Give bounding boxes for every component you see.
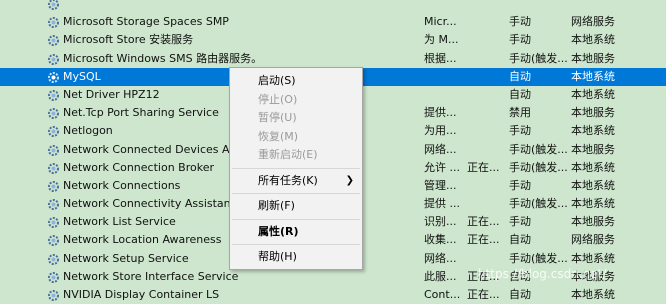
service-logon-as: 网络服务 <box>571 15 615 29</box>
service-description: 提供... <box>424 106 457 120</box>
service-logon-as: 本地系统 <box>571 251 615 265</box>
service-row[interactable] <box>0 0 666 13</box>
gear-icon <box>48 271 59 283</box>
service-startup-type: 手动(触发... <box>509 51 568 65</box>
service-logon-as: 本地系统 <box>571 33 615 47</box>
gear-icon <box>48 35 59 47</box>
service-status: 正在... <box>467 288 500 301</box>
service-startup-type: 自动 <box>509 69 531 83</box>
service-description: Cont... <box>424 288 461 301</box>
gear-icon <box>48 17 59 29</box>
service-logon-as: 本地服务 <box>571 142 615 156</box>
service-startup-type: 手动 <box>509 33 531 47</box>
service-description: 收集... <box>424 233 457 247</box>
menu-item-resume: 恢复(M) <box>258 129 299 143</box>
gear-icon <box>48 199 59 211</box>
service-description: 管理... <box>424 178 457 192</box>
service-startup-type: 自动 <box>509 233 531 247</box>
watermark: https://blog.csdn.net/ <box>478 267 607 281</box>
service-description: 识别... <box>424 215 457 229</box>
service-startup-type: 手动 <box>509 15 531 29</box>
service-startup-type: 手动 <box>509 178 531 192</box>
service-logon-as: 本地系统 <box>571 288 615 301</box>
menu-item-help[interactable]: 帮助(H) <box>230 248 362 267</box>
menu-item-start[interactable]: 启动(S) <box>230 72 362 91</box>
menu-separator <box>232 167 360 169</box>
service-startup-type: 手动 <box>509 124 531 138</box>
service-logon-as: 本地系统 <box>571 197 615 211</box>
service-description: 此服... <box>424 269 457 283</box>
gear-icon <box>48 217 59 229</box>
service-status: 正在... <box>467 160 500 174</box>
menu-item-properties[interactable]: 属性(R) <box>230 223 362 242</box>
menu-item-all-tasks-label: 所有任务(K) <box>258 173 318 187</box>
menu-item-stop: 停止(O) <box>258 92 298 106</box>
gear-icon <box>48 162 59 174</box>
service-description: 提供 ... <box>424 197 460 211</box>
service-logon-as: 本地系统 <box>571 178 615 192</box>
menu-item-all-tasks[interactable]: 所有任务(K) ❯ <box>230 172 362 191</box>
service-row[interactable]: Microsoft Storage Spaces SMP Micr... 手动 … <box>0 13 666 31</box>
chevron-right-icon: ❯ <box>345 174 354 186</box>
service-logon-as: 本地服务 <box>571 215 615 229</box>
service-logon-as: 网络服务 <box>571 233 615 247</box>
menu-item-restart: 重新启动(E) <box>258 148 318 161</box>
service-row[interactable]: Microsoft Windows SMS 路由器服务。 根据... 手动(触发… <box>0 50 666 68</box>
menu-separator <box>232 193 360 194</box>
service-startup-type: 手动(触发... <box>509 251 568 265</box>
service-logon-as: 本地系统 <box>571 87 615 101</box>
service-logon-as: 本地系统 <box>571 160 615 174</box>
menu-item-refresh[interactable]: 刷新(F) <box>230 197 362 216</box>
service-startup-type: 自动 <box>509 87 531 101</box>
context-menu: 启动(S) 停止(O) 暂停(U) 恢复(M) 重新启动(E) 所有任务(K) … <box>229 67 363 270</box>
service-description: 网络... <box>424 251 457 265</box>
service-logon-as: 本地系统 <box>571 69 615 83</box>
service-description: 网络... <box>424 142 457 156</box>
menu-separator <box>232 244 360 245</box>
service-startup-type: 手动(触发... <box>509 197 568 211</box>
service-row[interactable]: Microsoft Store 安装服务 为 M... 手动 本地系统 <box>0 31 666 49</box>
service-startup-type: 禁用 <box>509 106 531 120</box>
gear-icon <box>48 53 59 65</box>
gear-icon <box>48 71 59 83</box>
service-status: 正在... <box>467 215 500 229</box>
service-name: Network Store Interface Service <box>63 269 239 283</box>
service-name: Microsoft Storage Spaces SMP <box>63 15 229 29</box>
service-description: 允许 ... <box>424 160 460 174</box>
service-description: 根据... <box>424 51 457 65</box>
service-description: 为 M... <box>424 33 459 47</box>
service-name: NVIDIA Display Container LS <box>63 288 220 301</box>
service-startup-type: 手动(触发... <box>509 142 568 156</box>
gear-icon <box>48 253 59 265</box>
service-logon-as: 本地服务 <box>571 106 615 120</box>
service-startup-type: 手动 <box>509 215 531 229</box>
menu-item-pause: 暂停(U) <box>258 111 297 124</box>
gear-icon <box>48 126 59 138</box>
gear-icon <box>48 180 59 192</box>
gear-icon <box>48 108 59 120</box>
service-startup-type: 手动(触发... <box>509 160 568 174</box>
service-status: 正在... <box>467 233 500 247</box>
gear-icon <box>48 0 59 10</box>
service-description: 为用... <box>424 124 457 138</box>
service-row[interactable]: NVIDIA Display Container LS Cont... 正在..… <box>0 286 666 304</box>
gear-icon <box>48 235 59 247</box>
service-name: Microsoft Store 安装服务 <box>63 33 194 47</box>
service-logon-as: 本地系统 <box>571 124 615 138</box>
service-description: Micr... <box>424 15 457 29</box>
menu-separator <box>232 218 360 220</box>
service-logon-as: 本地服务 <box>571 51 615 65</box>
service-name: Microsoft Windows SMS 路由器服务。 <box>63 51 263 65</box>
gear-icon <box>48 89 59 101</box>
service-startup-type: 自动 <box>509 288 531 301</box>
gear-icon <box>48 144 59 156</box>
